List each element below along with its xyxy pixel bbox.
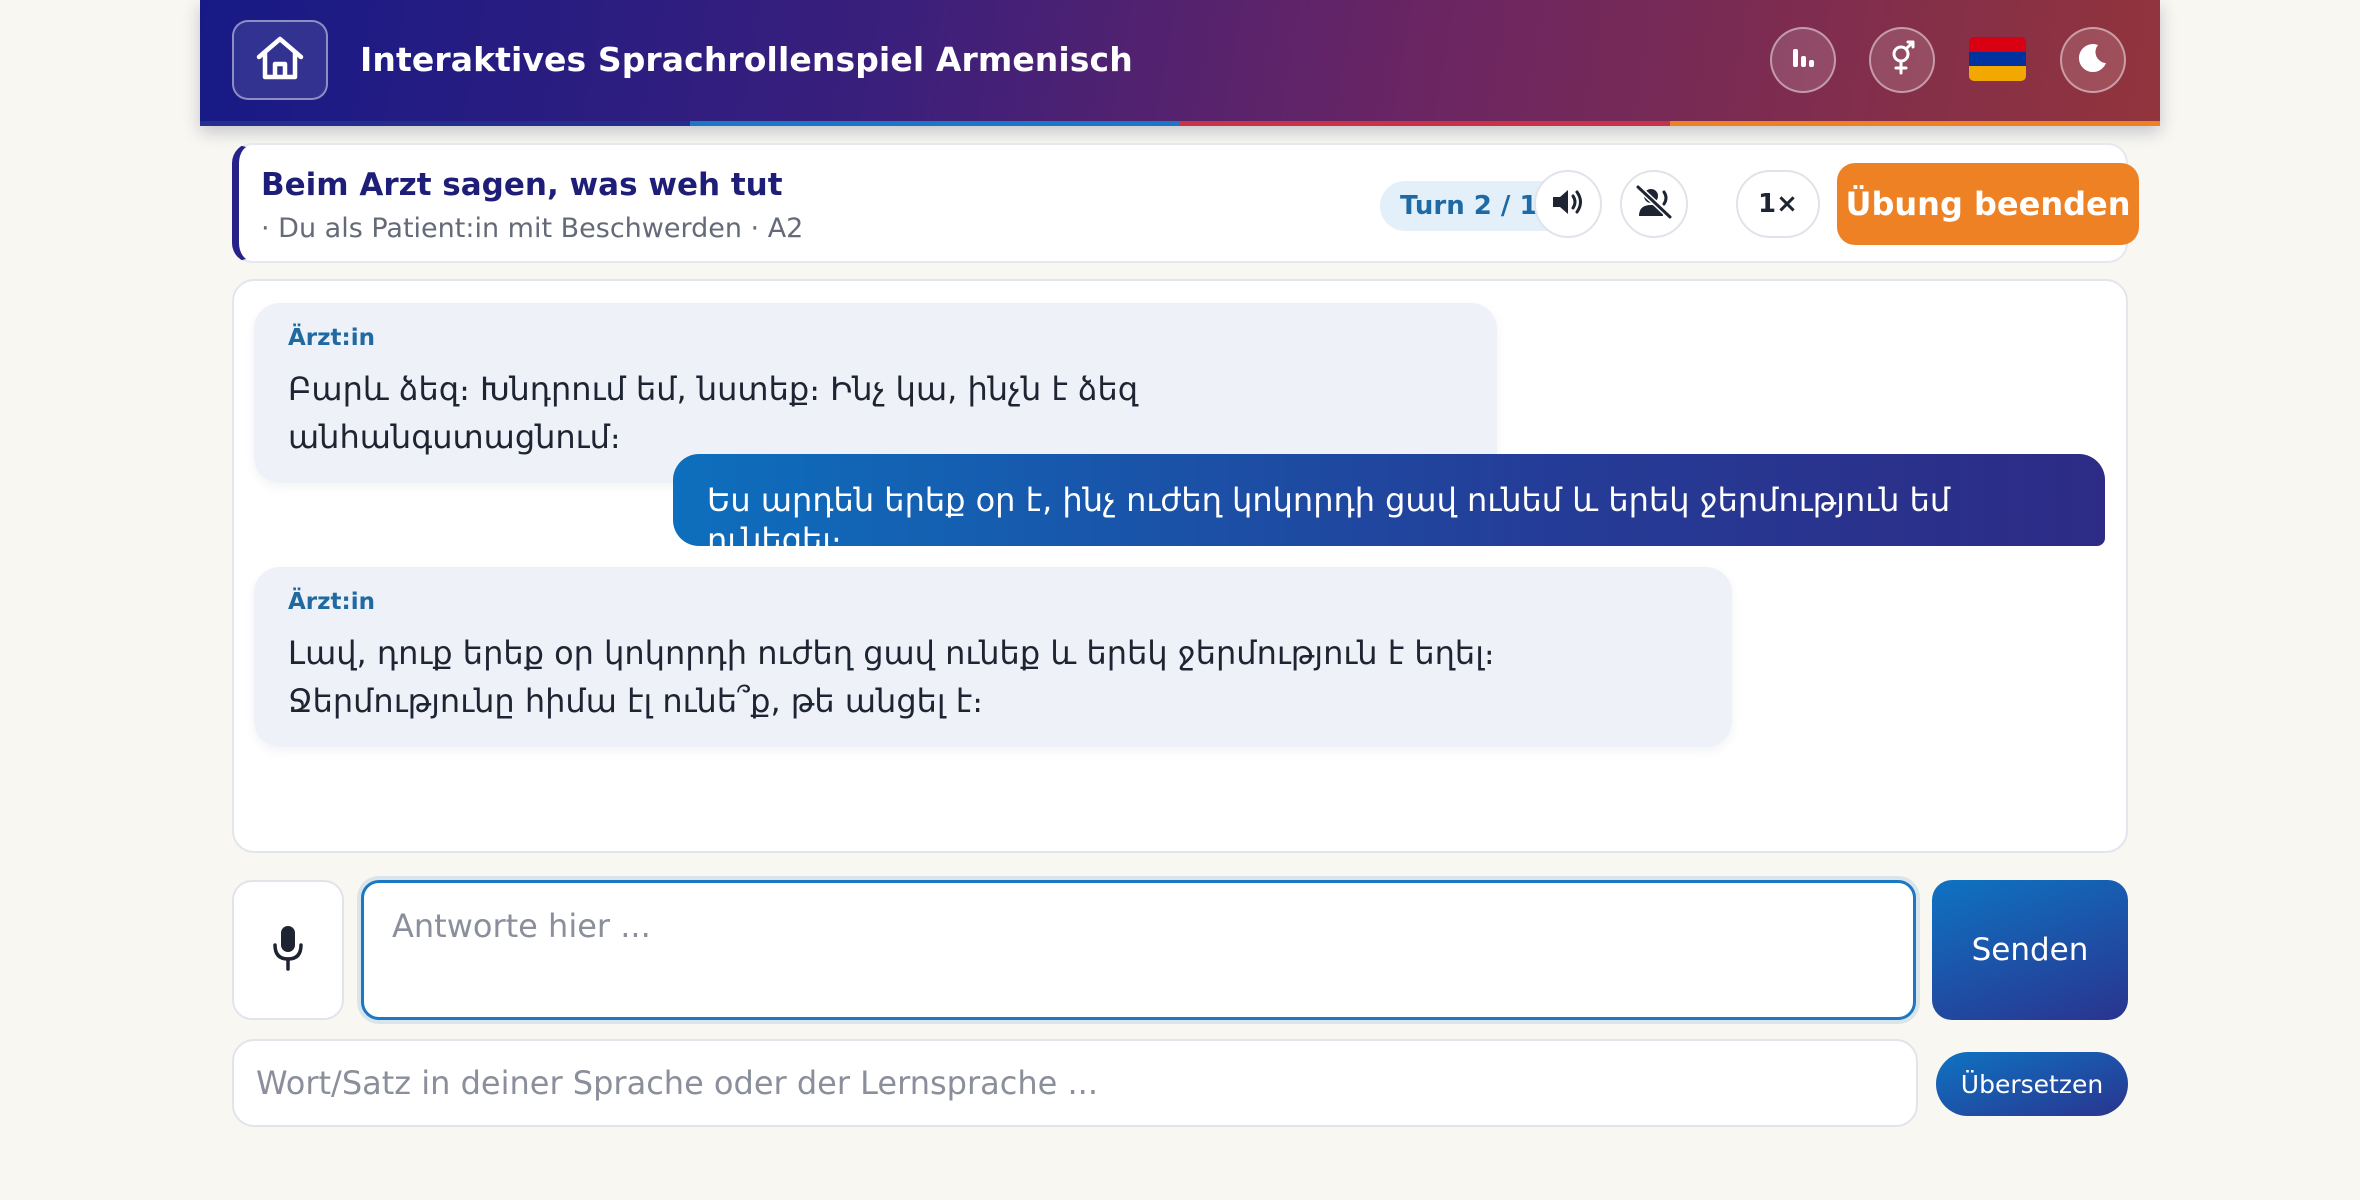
message-speaker: Ärzt:in — [288, 589, 375, 615]
message-text: Լավ, դուք երեք օր կոկորդի ուժեղ ցավ ունե… — [288, 634, 1495, 720]
microphone-button[interactable] — [232, 880, 344, 1020]
gender-symbol-icon — [1887, 40, 1917, 80]
message-text: Ես արդեն երեք օր է, ինչ ուժեղ կոկորդի ցա… — [707, 481, 1951, 559]
send-button[interactable]: Senden — [1932, 880, 2128, 1020]
moon-icon — [2076, 41, 2110, 79]
home-icon — [253, 33, 307, 87]
scenario-subtitle: · Du als Patient:in mit Beschwerden · A2 — [261, 213, 804, 244]
header-color-stripe — [200, 121, 2160, 126]
translate-button[interactable]: Übersetzen — [1936, 1052, 2128, 1116]
message-text: Բարև ձեզ։ Խնդրում եմ, նստեք։ Ինչ կա, ինչ… — [288, 370, 1139, 456]
gender-button[interactable] — [1869, 27, 1935, 93]
end-exercise-button[interactable]: Übung beenden — [1837, 163, 2139, 245]
audio-playback-button[interactable] — [1534, 170, 1602, 238]
muted-voice-icon — [1635, 184, 1673, 224]
scenario-bar: Beim Arzt sagen, was weh tut · Du als Pa… — [232, 143, 2139, 263]
app-title: Interaktives Sprachrollenspiel Armenisch — [360, 40, 1133, 79]
user-message: Ես արդեն երեք օր է, ինչ ուժեղ կոկորդի ցա… — [673, 454, 2105, 559]
bar-chart-icon — [1789, 45, 1817, 75]
translate-input[interactable] — [232, 1039, 1918, 1127]
app-header: Interaktives Sprachrollenspiel Armenisch — [200, 0, 2160, 126]
scenario-title: Beim Arzt sagen, was weh tut — [261, 167, 783, 203]
assistant-message: Ärzt:in Լավ, դուք երեք օր կոկորդի ուժեղ … — [254, 567, 1732, 747]
chat-panel: Ärzt:in Բարև ձեզ։ Խնդրում եմ, նստեք։ Ինչ… — [232, 279, 2128, 853]
stats-button[interactable] — [1770, 27, 1836, 93]
speaker-icon — [1550, 186, 1586, 222]
message-speaker: Ärzt:in — [288, 325, 375, 351]
microphone-icon — [270, 924, 306, 976]
theme-toggle-button[interactable] — [2060, 27, 2126, 93]
app-root: Interaktives Sprachrollenspiel Armenisch — [200, 0, 2160, 1127]
speed-button[interactable]: 1× — [1736, 170, 1820, 238]
mute-voice-button[interactable] — [1620, 170, 1688, 238]
armenia-flag-icon[interactable] — [1969, 37, 2026, 81]
home-button[interactable] — [232, 20, 328, 100]
answer-input[interactable] — [361, 880, 1916, 1020]
